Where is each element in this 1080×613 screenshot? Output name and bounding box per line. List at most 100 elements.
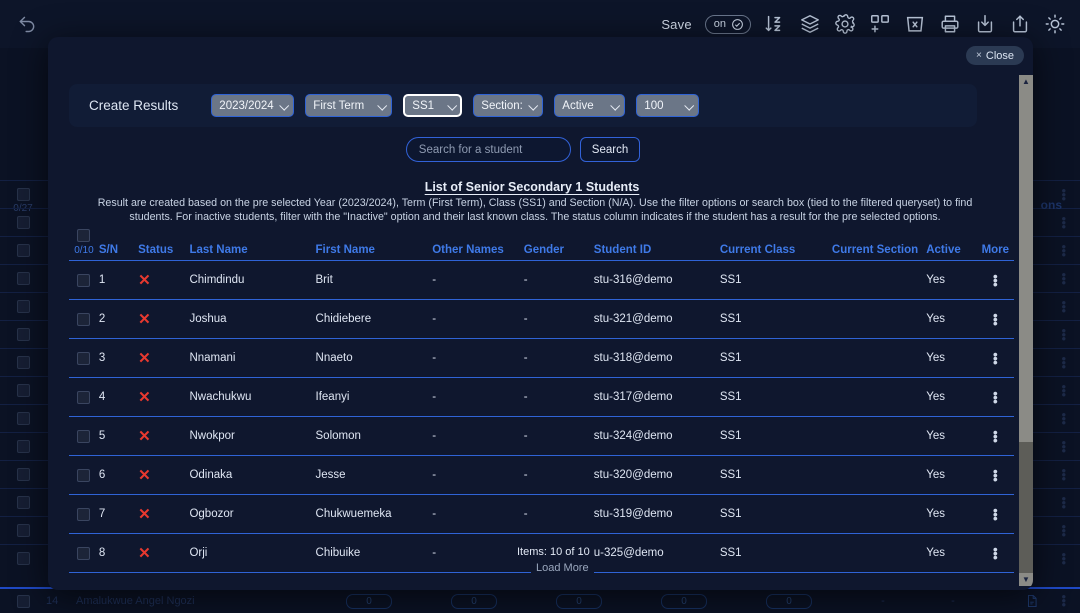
status-select[interactable]: Active [554, 94, 625, 117]
select-all-checkbox[interactable] [77, 229, 90, 242]
scroll-down-icon[interactable]: ▼ [1019, 573, 1033, 586]
column-header-current-class[interactable]: Current Class [720, 244, 832, 256]
row-more-icon[interactable]: ••• [993, 469, 998, 481]
background-row-checkbox[interactable] [17, 552, 30, 565]
column-header-more[interactable]: More [977, 244, 1014, 256]
background-row-checkbox[interactable] [17, 468, 30, 481]
status-x-icon: ✕ [138, 389, 151, 406]
background-row-more-icon[interactable]: ••• [1061, 301, 1080, 313]
row-more-icon[interactable]: ••• [993, 430, 998, 442]
background-row-more-icon[interactable]: ••• [1061, 525, 1080, 537]
background-row-checkbox[interactable] [17, 524, 30, 537]
background-row-more-icon[interactable]: ••• [1061, 217, 1080, 229]
row-more-icon[interactable]: ••• [993, 313, 998, 325]
document-icon[interactable] [1025, 593, 1039, 609]
table-row[interactable]: 5✕NwokporSolomon--stu-324@demoSS1Yes••• [69, 417, 1014, 456]
section-select[interactable]: Section: [473, 94, 543, 117]
column-header-last-name[interactable]: Last Name [189, 244, 315, 256]
term-select[interactable]: First Term [305, 94, 392, 117]
background-row-more-icon[interactable]: ••• [1061, 413, 1080, 425]
close-button[interactable]: × Close [966, 46, 1024, 65]
background-row-checkbox[interactable] [17, 300, 30, 313]
row-checkbox[interactable] [77, 352, 90, 365]
row-more-icon[interactable]: ••• [993, 352, 998, 364]
row-more-icon[interactable]: ••• [993, 547, 998, 559]
print-icon[interactable] [939, 13, 961, 35]
background-row-checkbox[interactable] [17, 328, 30, 341]
scrollbar-track[interactable] [1019, 88, 1033, 573]
column-header-gender[interactable]: Gender [524, 244, 594, 256]
background-row-checkbox[interactable] [17, 384, 30, 397]
cell-status-6: ✕ [138, 468, 189, 483]
background-score-input-1[interactable]: 0 [346, 594, 392, 609]
row-checkbox[interactable] [77, 469, 90, 482]
background-row-more-icon[interactable]: ••• [1061, 441, 1080, 453]
column-header-active[interactable]: Active [926, 244, 976, 256]
search-input[interactable] [406, 137, 571, 162]
gear-icon[interactable] [834, 13, 856, 35]
undo-icon[interactable] [10, 7, 44, 41]
background-row-more-icon[interactable]: ••• [1061, 497, 1080, 509]
background-row-checkbox-cell [0, 412, 46, 425]
background-row-more-icon[interactable]: ••• [1061, 189, 1080, 201]
table-row[interactable]: 4✕NwachukwuIfeanyi--stu-317@demoSS1Yes••… [69, 378, 1014, 417]
upload-icon[interactable] [1009, 13, 1031, 35]
background-row-more-icon[interactable]: ••• [1061, 329, 1080, 341]
class-select[interactable]: SS1 [403, 94, 462, 117]
background-row-more-icon[interactable]: ••• [1061, 385, 1080, 397]
row-more-icon[interactable]: ••• [993, 391, 998, 403]
download-icon[interactable] [974, 13, 996, 35]
table-row[interactable]: 1✕ChimdinduBrit--stu-316@demoSS1Yes••• [69, 261, 1014, 300]
column-header-status[interactable]: Status [138, 244, 189, 256]
background-score-input-5[interactable]: 0 [766, 594, 812, 609]
column-header-other-names[interactable]: Other Names [432, 244, 524, 256]
sort-az-icon[interactable] [764, 13, 786, 35]
background-row-checkbox[interactable] [17, 244, 30, 257]
layers-icon[interactable] [799, 13, 821, 35]
grid-add-icon[interactable] [869, 13, 891, 35]
background-row-checkbox[interactable] [17, 272, 30, 285]
column-header-student-id[interactable]: Student ID [594, 244, 720, 256]
row-checkbox[interactable] [77, 274, 90, 287]
save-toggle[interactable]: on [705, 15, 751, 34]
background-row-more-icon[interactable]: ••• [1061, 357, 1080, 369]
background-row-checkbox[interactable] [17, 188, 30, 201]
background-row-checkbox[interactable] [17, 356, 30, 369]
scroll-up-icon[interactable]: ▲ [1019, 75, 1033, 88]
row-checkbox[interactable] [77, 313, 90, 326]
background-score-input-2[interactable]: 0 [451, 594, 497, 609]
column-header-sn[interactable]: S/N [99, 244, 138, 256]
background-row-more-icon[interactable]: ••• [1061, 273, 1080, 285]
background-row-more-icon[interactable]: ••• [1061, 553, 1080, 565]
table-row[interactable]: 7✕OgbozorChukwuemeka--stu-319@demoSS1Yes… [69, 495, 1014, 534]
row-checkbox[interactable] [77, 391, 90, 404]
background-row-checkbox[interactable] [17, 440, 30, 453]
row-more-icon[interactable]: ••• [993, 508, 998, 520]
modal-scrollbar[interactable]: ▲ ▼ [1019, 75, 1033, 586]
column-header-current-section[interactable]: Current Section [832, 244, 926, 256]
table-row[interactable]: 2✕JoshuaChidiebere--stu-321@demoSS1Yes••… [69, 300, 1014, 339]
row-checkbox[interactable] [77, 430, 90, 443]
row-more-icon[interactable]: ••• [993, 274, 998, 286]
background-more-icon[interactable]: ••• [1061, 595, 1066, 607]
brightness-icon[interactable] [1044, 13, 1066, 35]
row-checkbox[interactable] [77, 508, 90, 521]
table-row[interactable]: 6✕OdinakaJesse--stu-320@demoSS1Yes••• [69, 456, 1014, 495]
background-row-checkbox[interactable] [17, 216, 30, 229]
background-score-input-3[interactable]: 0 [556, 594, 602, 609]
column-header-first-name[interactable]: First Name [316, 244, 433, 256]
row-checkbox[interactable] [77, 547, 90, 560]
load-more-button[interactable]: Load More [531, 562, 594, 574]
page-size-select[interactable]: 100 [636, 94, 699, 117]
delete-box-icon[interactable] [904, 13, 926, 35]
table-row[interactable]: 3✕NnamaniNnaeto--stu-318@demoSS1Yes••• [69, 339, 1014, 378]
background-row-checkbox[interactable] [17, 595, 30, 608]
background-row-checkbox[interactable] [17, 496, 30, 509]
search-button[interactable]: Search [580, 137, 640, 162]
background-score-input-4[interactable]: 0 [661, 594, 707, 609]
background-row-more-icon[interactable]: ••• [1061, 469, 1080, 481]
background-row-more-icon[interactable]: ••• [1061, 245, 1080, 257]
session-select[interactable]: 2023/2024 [211, 94, 294, 117]
scrollbar-thumb[interactable] [1019, 88, 1033, 442]
background-row-checkbox[interactable] [17, 412, 30, 425]
